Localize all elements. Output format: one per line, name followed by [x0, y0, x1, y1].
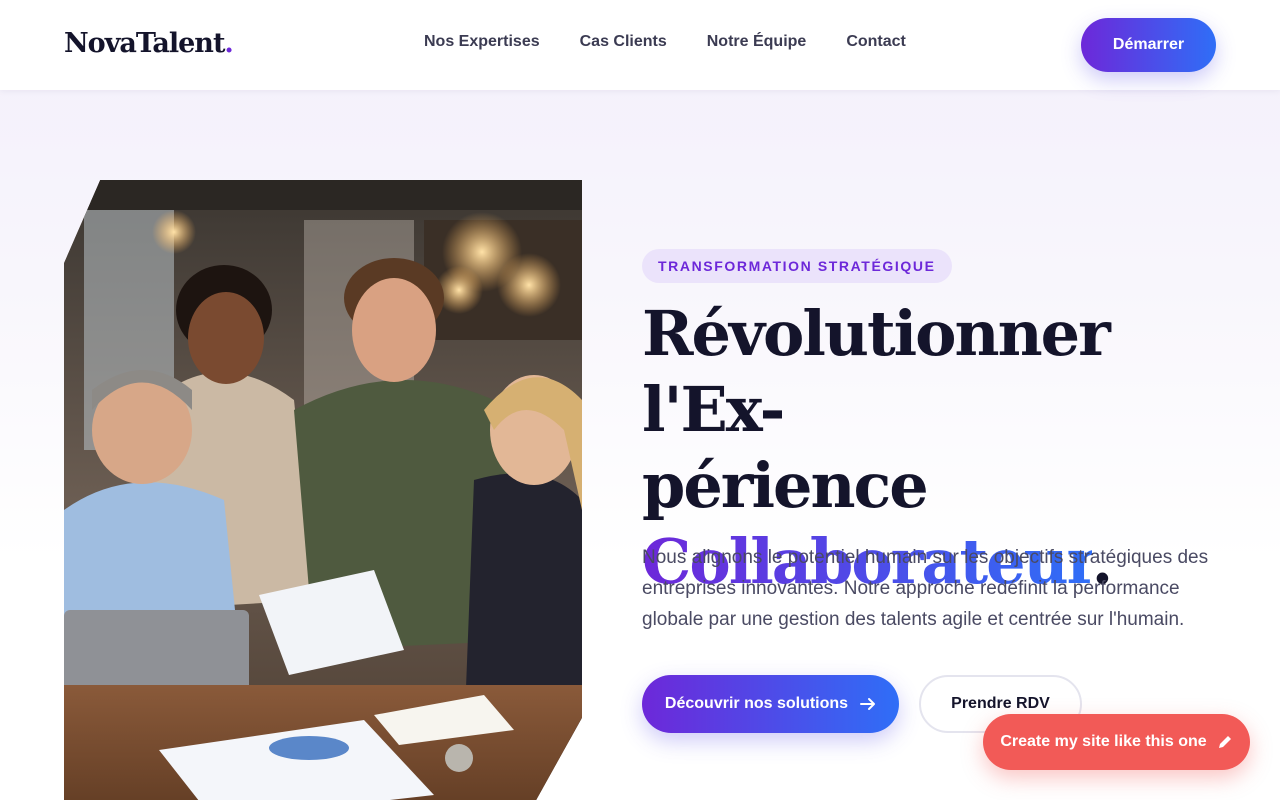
nav-link-cas-clients[interactable]: Cas Clients	[580, 33, 667, 51]
nav-link-equipe[interactable]: Notre Équipe	[707, 33, 807, 51]
headline-line-2: périence	[642, 449, 929, 522]
main-nav: Nos Expertises Cas Clients Notre Équipe …	[424, 33, 906, 51]
site-header: NovaTalent. Nos Expertises Cas Clients N…	[0, 0, 1280, 90]
category-badge: TRANSFORMATION STRATÉGIQUE	[642, 249, 952, 283]
hero-team-photo	[64, 180, 582, 800]
hero-description: Nous alignons le potentiel humain sur le…	[642, 547, 1209, 630]
discover-solutions-button[interactable]: Découvrir nos solutions	[642, 675, 899, 733]
start-button[interactable]: Démarrer	[1081, 18, 1216, 72]
create-site-button[interactable]: Create my site like this one	[983, 714, 1250, 770]
logo-dot: .	[224, 28, 233, 59]
nav-link-expertises[interactable]: Nos Expertises	[424, 33, 540, 51]
logo-text: NovaTalent	[64, 28, 225, 59]
create-site-label: Create my site like this one	[1000, 733, 1207, 750]
logo[interactable]: NovaTalent.	[64, 28, 234, 59]
discover-solutions-label: Découvrir nos solutions	[664, 695, 849, 712]
headline-line-1: Révolutionner l'Ex-	[642, 297, 1111, 446]
arrow-right-icon	[860, 697, 876, 711]
pencil-icon	[1217, 734, 1233, 750]
nav-link-contact[interactable]: Contact	[846, 33, 906, 51]
